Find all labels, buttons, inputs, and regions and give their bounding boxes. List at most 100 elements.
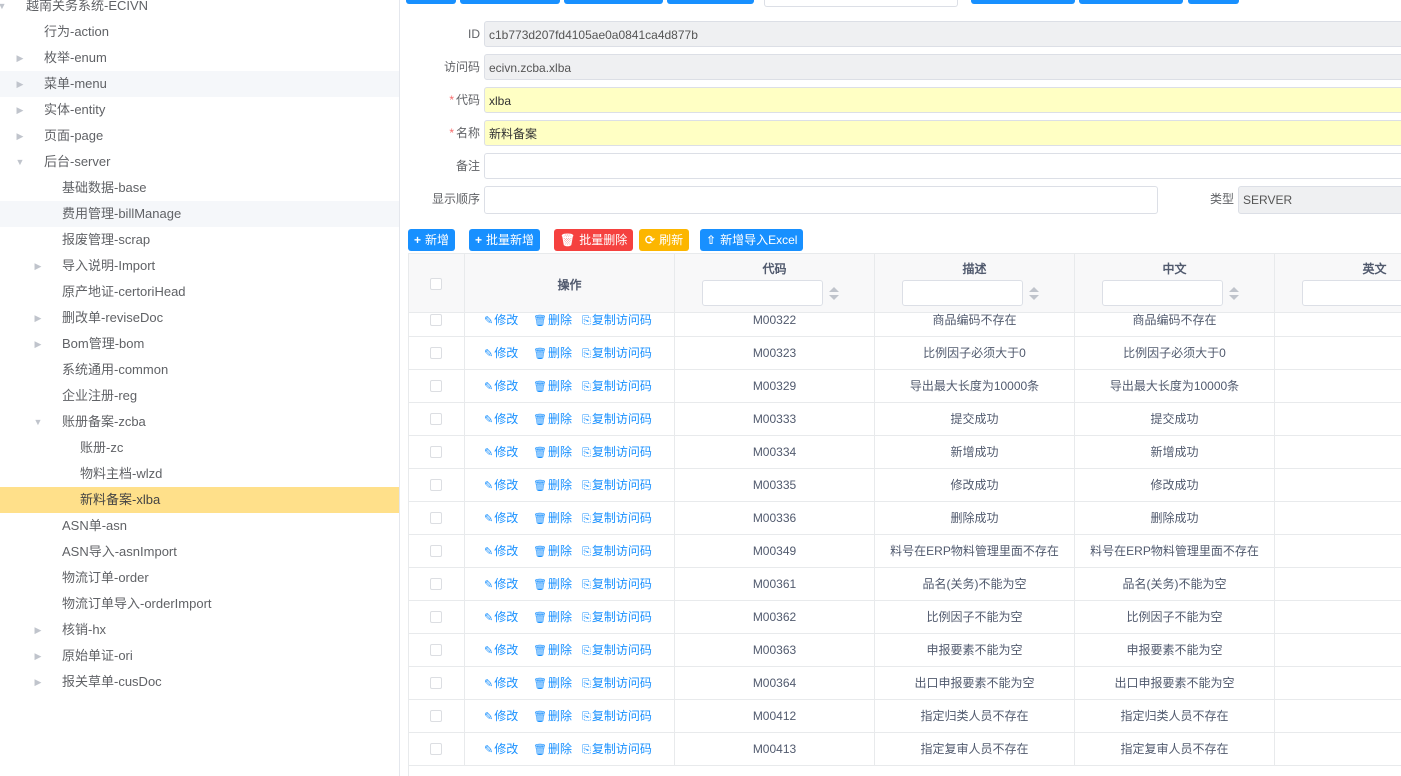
edit-link[interactable]: ✎修改 — [484, 337, 518, 369]
access-code-field[interactable]: ecivn.zcba.xlba — [484, 54, 1401, 80]
caret-down-icon[interactable]: ▼ — [32, 409, 44, 435]
edit-link[interactable]: ✎修改 — [484, 634, 518, 666]
edit-link[interactable]: ✎修改 — [484, 502, 518, 534]
tree-node[interactable]: ASN导入-asnImport — [0, 539, 399, 565]
caret-right-icon[interactable]: ▶ — [14, 45, 26, 71]
copy-access-code-link[interactable]: ⎘复制访问码 — [582, 436, 652, 468]
copy-access-code-link[interactable]: ⎘复制访问码 — [582, 403, 652, 435]
edit-link[interactable]: ✎修改 — [484, 733, 518, 765]
caret-right-icon[interactable]: ▶ — [32, 331, 44, 357]
copy-access-code-link[interactable]: ⎘复制访问码 — [582, 502, 652, 534]
copy-access-code-link[interactable]: ⎘复制访问码 — [582, 601, 652, 633]
tree-node[interactable]: ASN单-asn — [0, 513, 399, 539]
tree-node[interactable]: 基础数据-base — [0, 175, 399, 201]
top-toolbar-button-5[interactable] — [971, 0, 1075, 4]
delete-link[interactable]: 🗑删除 — [533, 337, 572, 369]
top-toolbar-button-4[interactable] — [667, 0, 754, 4]
tree-node[interactable]: ▶ 实体-entity — [0, 97, 399, 123]
caret-right-icon[interactable]: ▶ — [32, 617, 44, 643]
tree-node[interactable]: 企业注册-reg — [0, 383, 399, 409]
copy-access-code-link[interactable]: ⎘复制访问码 — [582, 733, 652, 765]
delete-link[interactable]: 🗑删除 — [533, 601, 572, 633]
edit-link[interactable]: ✎修改 — [484, 535, 518, 567]
description-filter-input[interactable] — [902, 280, 1023, 306]
top-search-input[interactable] — [764, 0, 958, 7]
tree-node[interactable]: ▶ 报关草单-cusDoc — [0, 669, 399, 695]
delete-link[interactable]: 🗑删除 — [533, 634, 572, 666]
tree-node[interactable]: ▶ 原始单证-ori — [0, 643, 399, 669]
top-toolbar-button-2[interactable] — [460, 0, 560, 4]
row-checkbox[interactable] — [430, 512, 442, 524]
edit-link[interactable]: ✎修改 — [484, 700, 518, 732]
row-checkbox[interactable] — [430, 314, 442, 326]
name-input[interactable]: 新料备案 — [484, 120, 1401, 146]
row-checkbox[interactable] — [430, 446, 442, 458]
caret-right-icon[interactable]: ▶ — [32, 669, 44, 695]
tree-node[interactable]: 物流订单导入-orderImport — [0, 591, 399, 617]
description-sort-icon[interactable] — [1029, 287, 1039, 301]
top-toolbar-button-7[interactable] — [1188, 0, 1239, 4]
caret-right-icon[interactable]: ▶ — [14, 97, 26, 123]
tree-node[interactable]: 物流订单-order — [0, 565, 399, 591]
edit-link[interactable]: ✎修改 — [484, 568, 518, 600]
tree-node[interactable]: 报废管理-scrap — [0, 227, 399, 253]
refresh-button[interactable]: ⟳ 刷新 — [639, 229, 690, 251]
tree-node[interactable]: ▶ 核销-hx — [0, 617, 399, 643]
tree-node[interactable]: ▶ 导入说明-Import — [0, 253, 399, 279]
row-checkbox[interactable] — [430, 644, 442, 656]
tree-node[interactable]: 账册-zc — [0, 435, 399, 461]
delete-link[interactable]: 🗑删除 — [533, 568, 572, 600]
row-checkbox[interactable] — [430, 413, 442, 425]
tree-node[interactable]: 物料主档-wlzd — [0, 461, 399, 487]
tree-node[interactable]: 行为-action — [0, 19, 399, 45]
edit-link[interactable]: ✎修改 — [484, 370, 518, 402]
tree-node[interactable]: ▶ 删改单-reviseDoc — [0, 305, 399, 331]
tree-node[interactable]: 新料备案-xlba — [0, 487, 399, 513]
top-toolbar-button-1[interactable] — [406, 0, 456, 4]
copy-access-code-link[interactable]: ⎘复制访问码 — [582, 469, 652, 501]
edit-link[interactable]: ✎修改 — [484, 436, 518, 468]
edit-link[interactable]: ✎修改 — [484, 469, 518, 501]
row-checkbox[interactable] — [430, 380, 442, 392]
row-checkbox[interactable] — [430, 743, 442, 755]
edit-link[interactable]: ✎修改 — [484, 313, 518, 336]
row-checkbox[interactable] — [430, 545, 442, 557]
tree-node[interactable]: ▶ Bom管理-bom — [0, 331, 399, 357]
row-checkbox[interactable] — [430, 479, 442, 491]
delete-link[interactable]: 🗑删除 — [533, 436, 572, 468]
delete-link[interactable]: 🗑删除 — [533, 403, 572, 435]
delete-link[interactable]: 🗑删除 — [533, 700, 572, 732]
delete-link[interactable]: 🗑删除 — [533, 733, 572, 765]
row-checkbox[interactable] — [430, 710, 442, 722]
caret-right-icon[interactable]: ▶ — [14, 123, 26, 149]
caret-right-icon[interactable]: ▶ — [32, 305, 44, 331]
tree-node[interactable]: ▼ 后台-server — [0, 149, 399, 175]
caret-down-icon[interactable]: ▼ — [0, 0, 8, 19]
copy-access-code-link[interactable]: ⎘复制访问码 — [582, 337, 652, 369]
import-excel-button[interactable]: ⇧ 新增导入Excel — [700, 229, 804, 251]
row-checkbox[interactable] — [430, 677, 442, 689]
chinese-filter-input[interactable] — [1102, 280, 1223, 306]
display-order-input[interactable] — [484, 186, 1158, 214]
top-toolbar-button-6[interactable] — [1079, 0, 1183, 4]
delete-link[interactable]: 🗑删除 — [533, 469, 572, 501]
tree-node[interactable]: 费用管理-billManage — [0, 201, 399, 227]
code-sort-icon[interactable] — [829, 287, 839, 301]
delete-link[interactable]: 🗑删除 — [533, 667, 572, 699]
copy-access-code-link[interactable]: ⎘复制访问码 — [582, 535, 652, 567]
caret-down-icon[interactable]: ▼ — [14, 149, 26, 175]
caret-right-icon[interactable]: ▶ — [32, 643, 44, 669]
edit-link[interactable]: ✎修改 — [484, 601, 518, 633]
copy-access-code-link[interactable]: ⎘复制访问码 — [582, 313, 652, 336]
chinese-sort-icon[interactable] — [1229, 287, 1239, 301]
edit-link[interactable]: ✎修改 — [484, 667, 518, 699]
tree-node[interactable]: ▼ 账册备案-zcba — [0, 409, 399, 435]
delete-link[interactable]: 🗑删除 — [533, 313, 572, 336]
tree-node[interactable]: ▼ 越南关务系统-ECIVN — [0, 0, 399, 19]
tree-node[interactable]: 系统通用-common — [0, 357, 399, 383]
top-toolbar-button-3[interactable] — [564, 0, 663, 4]
caret-right-icon[interactable]: ▶ — [14, 71, 26, 97]
copy-access-code-link[interactable]: ⎘复制访问码 — [582, 370, 652, 402]
caret-right-icon[interactable]: ▶ — [32, 253, 44, 279]
english-filter-input[interactable] — [1302, 280, 1401, 306]
